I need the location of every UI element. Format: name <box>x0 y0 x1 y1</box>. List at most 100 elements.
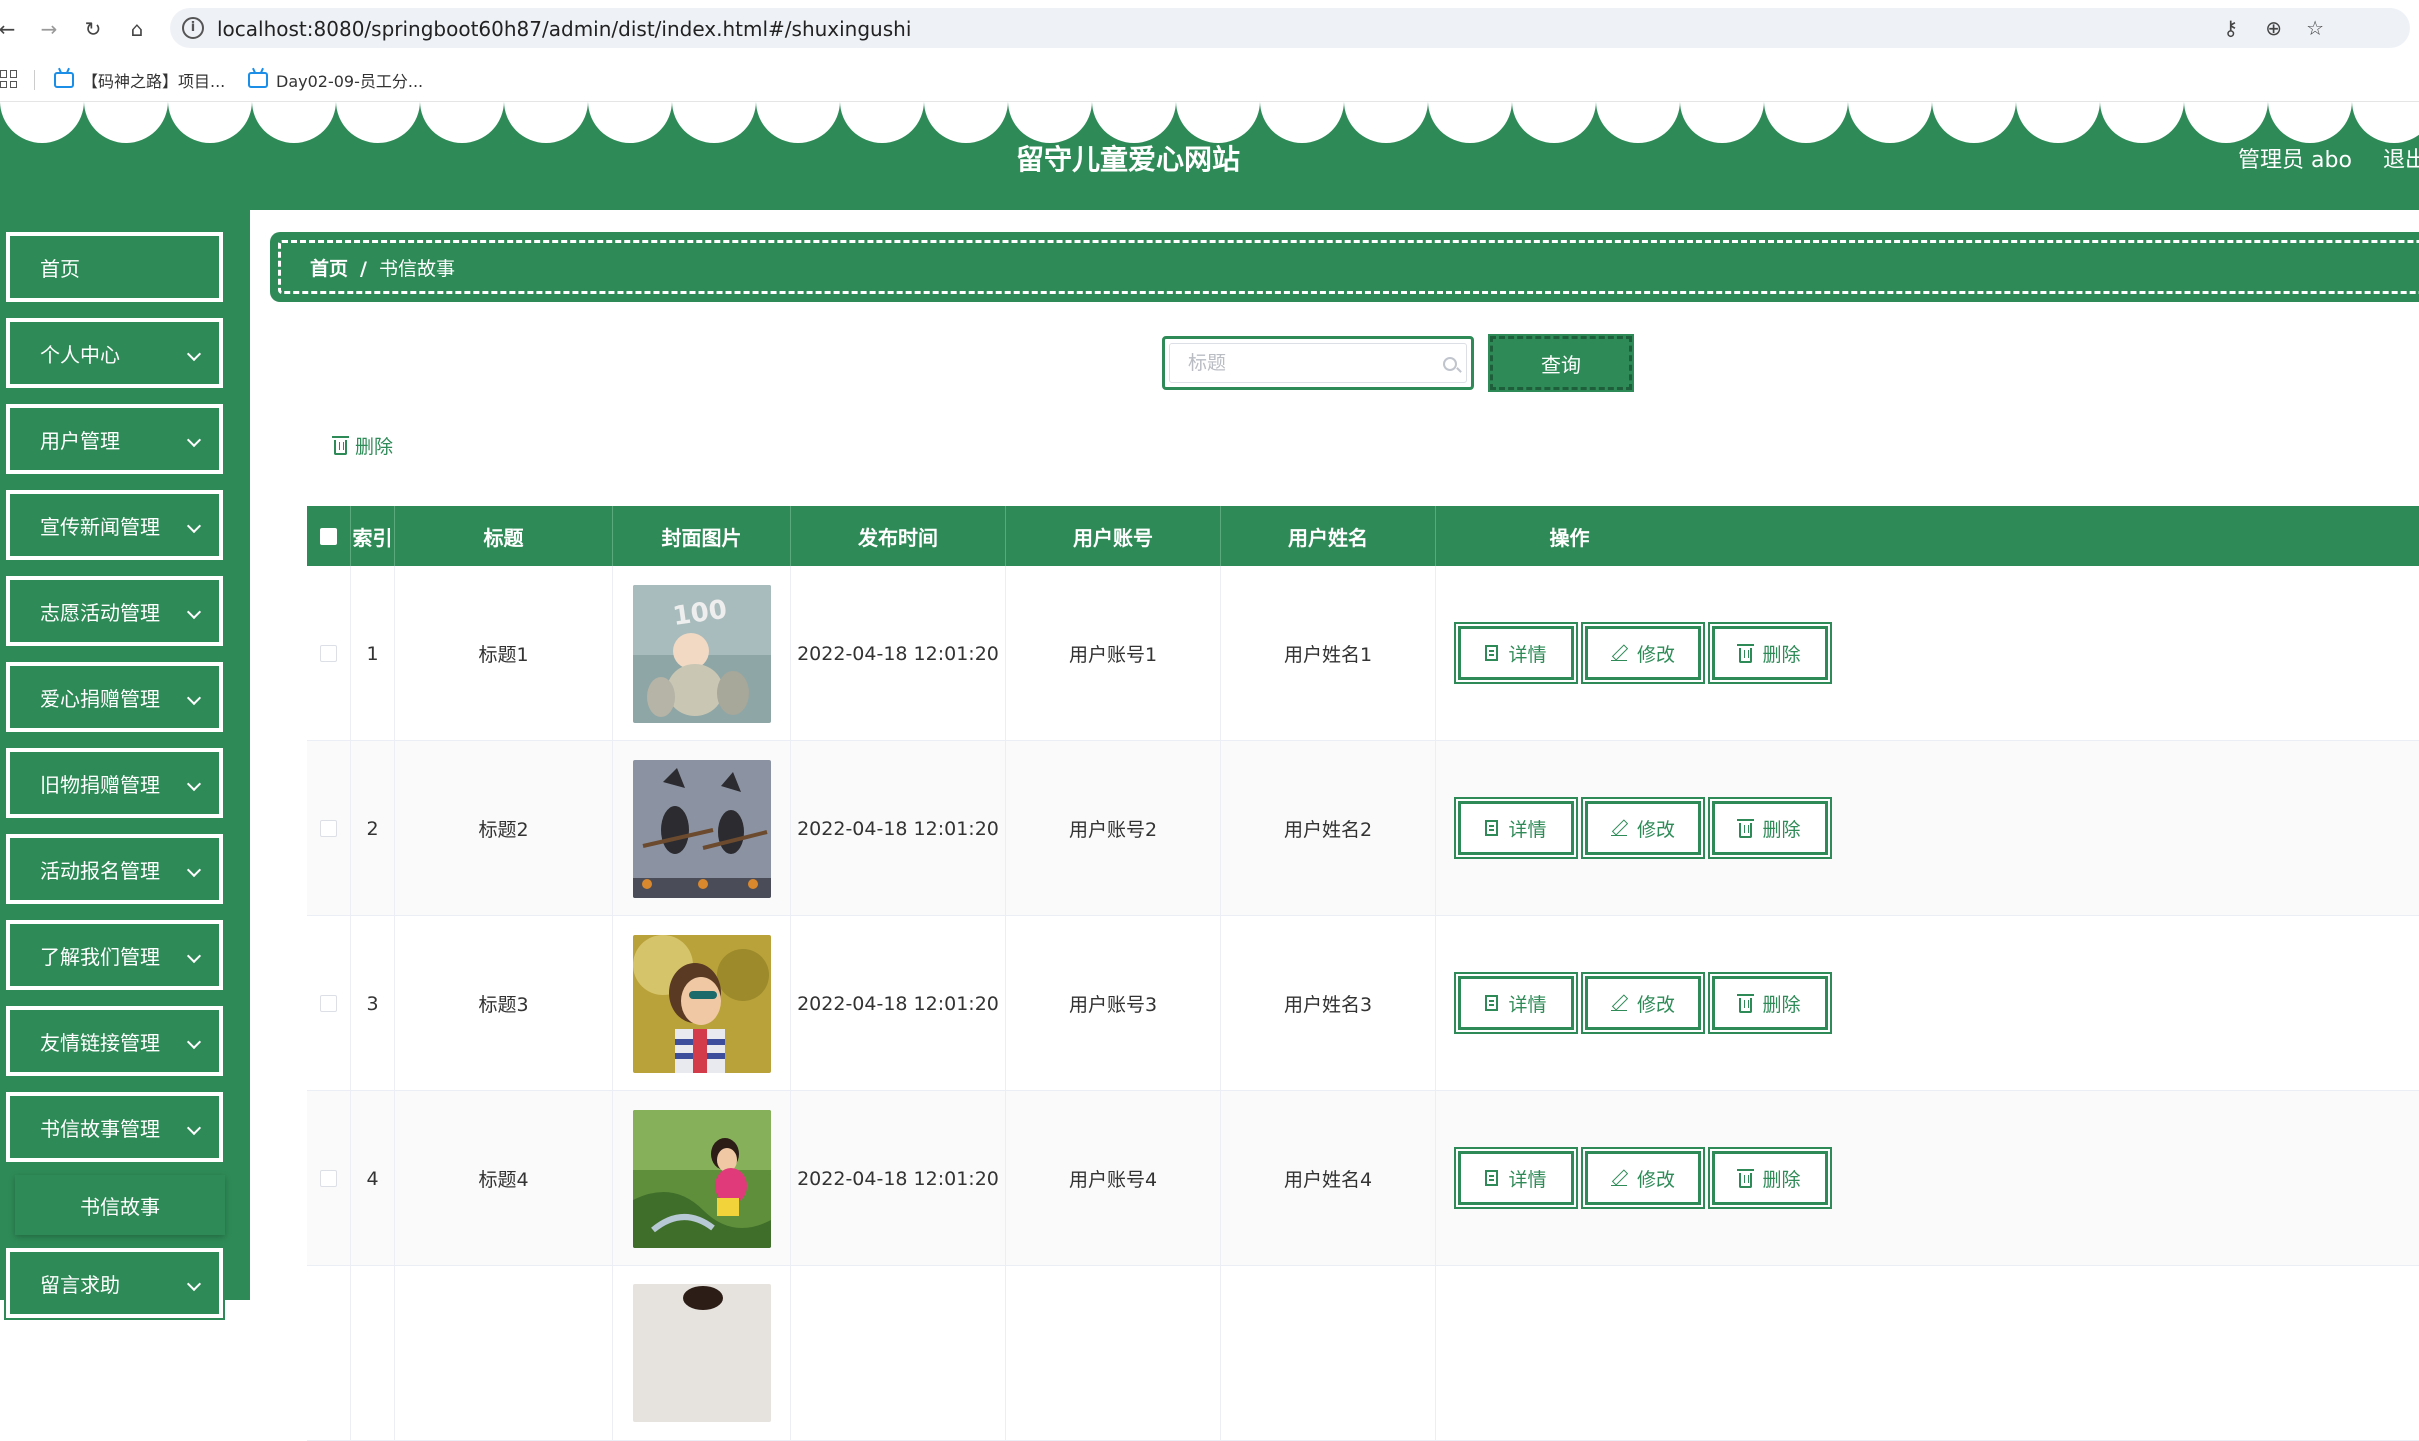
sidebar-item-personal-center[interactable]: 个人中心 <box>4 316 225 390</box>
scallop <box>756 102 840 143</box>
sidebar-item-messages[interactable]: 留言求助 <box>4 1246 225 1320</box>
home-icon[interactable]: ⌂ <box>122 14 152 44</box>
edit-button[interactable]: 修改 <box>1583 624 1703 682</box>
scallop <box>336 102 420 143</box>
sidebar-item-user-management[interactable]: 用户管理 <box>4 402 225 476</box>
scallop <box>1512 102 1596 143</box>
search-input[interactable] <box>1169 343 1467 383</box>
edit-icon <box>1610 645 1627 661</box>
chevron-down-icon <box>186 690 202 706</box>
sidebar-item-volunteer-management[interactable]: 志愿活动管理 <box>4 574 225 648</box>
scallop <box>2016 102 2100 143</box>
chevron-down-icon <box>186 948 202 964</box>
title-cell: 标题3 <box>395 916 613 1091</box>
sidebar-item-label: 活动报名管理 <box>40 858 160 883</box>
row-checkbox[interactable] <box>320 820 337 837</box>
name-cell <box>1221 1266 1436 1441</box>
detail-button[interactable]: 详情 <box>1456 799 1576 857</box>
select-all-cell <box>307 506 351 566</box>
table-row: 4 标题4 2022-04-18 12:01:20 用户账号4 用户姓名4 详情 <box>307 1091 2419 1266</box>
sidebar-item-label: 个人中心 <box>40 342 120 367</box>
edit-label: 修改 <box>1636 1168 1675 1191</box>
account-cell: 用户账号3 <box>1006 916 1221 1091</box>
reload-icon[interactable]: ↻ <box>78 14 108 44</box>
forward-arrow-icon[interactable]: → <box>34 14 64 44</box>
breadcrumb-home[interactable]: 首页 <box>310 258 348 280</box>
time-cell: 2022-04-18 12:01:20 <box>791 916 1006 1091</box>
breadcrumb-current: 书信故事 <box>378 258 455 280</box>
apps-grid-icon[interactable] <box>0 70 18 88</box>
bookmarks-divider <box>34 70 35 90</box>
sidebar-item-label: 旧物捐赠管理 <box>40 772 160 797</box>
cover-image[interactable] <box>632 759 771 898</box>
batch-delete-button[interactable]: 删除 <box>332 432 393 459</box>
delete-button[interactable]: 删除 <box>1710 1149 1830 1207</box>
sidebar-item-news-management[interactable]: 宣传新闻管理 <box>4 488 225 562</box>
detail-button[interactable]: 详情 <box>1456 1149 1576 1207</box>
detail-button[interactable]: 详情 <box>1456 624 1576 682</box>
edit-icon <box>1610 820 1627 836</box>
document-icon <box>1485 1170 1499 1186</box>
url-text[interactable]: localhost:8080/springboot60h87/admin/dis… <box>217 17 911 41</box>
delete-button[interactable]: 删除 <box>1710 974 1830 1032</box>
address-bar[interactable]: i localhost:8080/springboot60h87/admin/d… <box>170 8 2410 48</box>
cover-cell <box>613 1091 791 1266</box>
scallop <box>2352 102 2419 143</box>
row-checkbox[interactable] <box>320 645 337 662</box>
time-cell: 2022-04-18 12:01:20 <box>791 566 1006 741</box>
bookmark-star-icon[interactable]: ☆ <box>2306 16 2324 40</box>
sidebar-item-signup-management[interactable]: 活动报名管理 <box>4 832 225 906</box>
name-cell: 用户姓名2 <box>1221 741 1436 916</box>
breadcrumb-separator: / <box>360 258 367 280</box>
select-all-checkbox[interactable] <box>320 527 337 545</box>
delete-button[interactable]: 删除 <box>1710 624 1830 682</box>
bookmark-item[interactable]: Day02-09-员工分... <box>248 68 423 92</box>
query-button[interactable]: 查询 <box>1488 334 1634 392</box>
zoom-icon[interactable]: ⊕ <box>2265 16 2282 40</box>
index-cell: 4 <box>351 1091 395 1266</box>
sidebar-item-links-management[interactable]: 友情链接管理 <box>4 1004 225 1078</box>
sidebar-item-about-management[interactable]: 了解我们管理 <box>4 918 225 992</box>
breadcrumb-bar: 首页 / 书信故事 <box>270 232 2419 302</box>
delete-label: 删除 <box>1762 993 1801 1016</box>
sidebar-item-home[interactable]: 首页 <box>4 230 225 304</box>
index-cell: 3 <box>351 916 395 1091</box>
cover-image[interactable]: 100 <box>632 584 771 723</box>
cover-image[interactable] <box>632 934 771 1073</box>
edit-button[interactable]: 修改 <box>1583 1149 1703 1207</box>
back-arrow-icon[interactable]: ← <box>0 14 22 44</box>
chevron-down-icon <box>186 1276 202 1292</box>
sidebar-item-letters-management[interactable]: 书信故事管理 <box>4 1090 225 1164</box>
scallop <box>420 102 504 143</box>
bookmark-item[interactable]: 【码神之路】项目... <box>54 68 225 92</box>
bilibili-icon <box>54 72 74 88</box>
edit-icon <box>1610 1170 1627 1186</box>
column-header: 用户姓名 <box>1221 506 1436 566</box>
row-checkbox[interactable] <box>320 995 337 1012</box>
row-checkbox[interactable] <box>320 1170 337 1187</box>
sidebar-item-donation-management[interactable]: 爱心捐赠管理 <box>4 660 225 734</box>
scallop <box>1008 102 1092 143</box>
delete-button[interactable]: 删除 <box>1710 799 1830 857</box>
scallop <box>168 102 252 143</box>
sidebar-item-used-goods-management[interactable]: 旧物捐赠管理 <box>4 746 225 820</box>
logout-link[interactable]: 退出 <box>2383 142 2419 174</box>
breadcrumb: 首页 / 书信故事 <box>310 254 455 281</box>
cover-image[interactable] <box>632 1284 771 1422</box>
scallop <box>2268 102 2352 143</box>
password-key-icon[interactable]: ⚷ <box>2223 16 2238 40</box>
detail-button[interactable]: 详情 <box>1456 974 1576 1032</box>
header-user: 管理员 abo <box>2238 148 2352 173</box>
table-row: 1 标题1 100 2022-04-18 12:01:20 用户账号1 用户姓名… <box>307 566 2419 741</box>
edit-button[interactable]: 修改 <box>1583 974 1703 1032</box>
trash-icon <box>1737 993 1755 1013</box>
cover-image[interactable] <box>632 1109 771 1248</box>
site-info-icon[interactable]: i <box>182 17 204 39</box>
edit-button[interactable]: 修改 <box>1583 799 1703 857</box>
column-header: 封面图片 <box>613 506 791 566</box>
cover-cell <box>613 916 791 1091</box>
sidebar-item-label: 宣传新闻管理 <box>40 514 160 539</box>
trash-icon <box>1737 818 1755 838</box>
sidebar-subitem-letters[interactable]: 书信故事 <box>15 1175 225 1235</box>
table-row: 2 标题2 2022-04-18 12:01:20 用户账号2 用户姓名2 详情… <box>307 741 2419 916</box>
